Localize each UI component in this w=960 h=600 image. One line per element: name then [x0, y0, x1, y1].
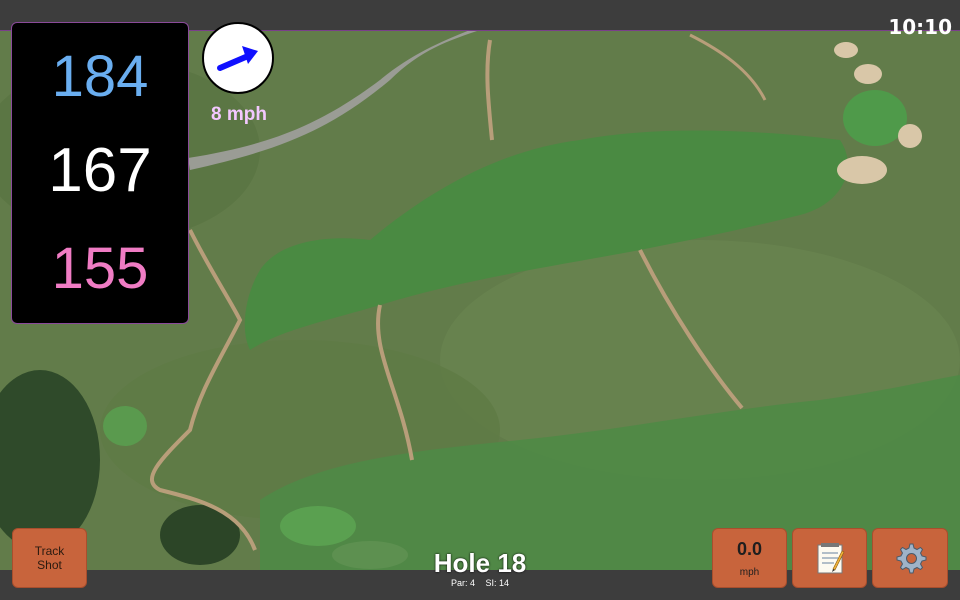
distance-panel: 184 167 155: [11, 22, 189, 324]
settings-button[interactable]: [872, 528, 948, 588]
hole-stroke-index: SI: 14: [485, 578, 510, 588]
front-distance: 155: [51, 236, 149, 301]
track-shot-button[interactable]: Track Shot: [12, 528, 87, 588]
wind-direction-arrow-icon: [217, 46, 258, 71]
back-distance: 184: [51, 44, 149, 109]
speed-unit: mph: [739, 567, 760, 578]
clock: 10:10: [888, 15, 952, 39]
track-shot-label-line1: Track: [34, 544, 65, 558]
hole-meta: Par: 4 SI: 14: [380, 578, 580, 588]
notepad-icon: [817, 543, 844, 574]
hole-title: Hole 18: [433, 548, 527, 578]
wind-speed-label: 8 mph: [211, 104, 267, 125]
notes-button[interactable]: [792, 528, 867, 588]
hole-par: Par: 4: [450, 578, 475, 588]
middle-distance: 167: [48, 136, 152, 205]
speed-button[interactable]: 0.0 mph: [712, 528, 787, 588]
speed-value: 0.0: [736, 539, 763, 559]
track-shot-label-line2: Shot: [37, 558, 62, 572]
gear-icon: [896, 543, 927, 574]
wind-indicator: [202, 22, 274, 94]
